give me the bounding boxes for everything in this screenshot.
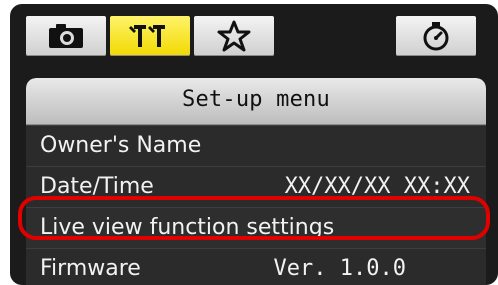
tab-my-menu[interactable] [194, 16, 274, 56]
camera-menu-screen: Set-up menu Owner's Name Date/Time XX/XX… [0, 0, 498, 285]
menu-item-label: Date/Time [40, 174, 154, 199]
menu-item-label: Live view function settings [40, 215, 335, 240]
tab-timer[interactable] [396, 16, 476, 56]
menu-item-firmware[interactable]: Firmware Ver. 1.0.0 [26, 248, 486, 285]
menu-item-date-time[interactable]: Date/Time XX/XX/XX XX:XX [26, 166, 486, 207]
date-time-value: XX/XX/XX XX:XX [284, 174, 470, 199]
menu-header: Set-up menu [26, 78, 486, 125]
stopwatch-icon [423, 22, 449, 51]
menu-item-owners-name[interactable]: Owner's Name [26, 125, 486, 166]
tab-setup[interactable] [110, 16, 190, 56]
menu-item-live-view-settings[interactable]: Live view function settings [26, 207, 486, 248]
firmware-version-value: Ver. 1.0.0 [273, 256, 406, 281]
camera-icon [49, 24, 83, 48]
tab-camera[interactable] [26, 16, 106, 56]
menu-item-label: Firmware [40, 256, 141, 281]
setup-menu: Set-up menu Owner's Name Date/Time XX/XX… [26, 78, 486, 285]
menu-title: Set-up menu [182, 87, 330, 112]
menu-item-label: Owner's Name [40, 133, 202, 158]
wrench-tools-icon [129, 25, 165, 47]
star-icon [217, 20, 251, 52]
